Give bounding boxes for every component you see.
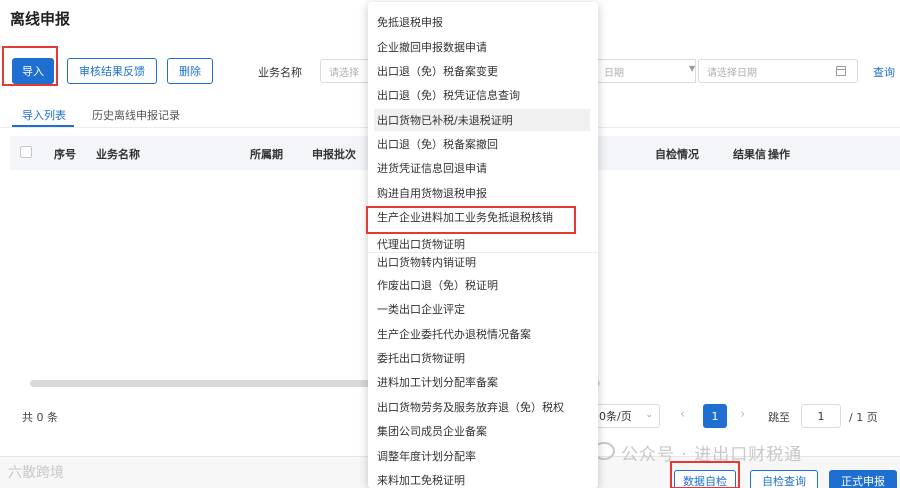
import-button[interactable]: 导入 — [12, 58, 54, 84]
dropdown-item[interactable]: 购进自用货物退税申报 — [374, 182, 590, 204]
brand-watermark: 六散跨境 — [8, 465, 64, 481]
current-page-button[interactable]: 1 — [703, 404, 727, 428]
prev-page-icon[interactable]: ‹ — [680, 407, 685, 422]
dropdown-item[interactable]: 作废出口退（免）税证明 — [374, 274, 590, 296]
watermark-text: 公众号 · 进出口财税通 — [621, 445, 803, 465]
dropdown-item[interactable]: 进料加工计划分配率备案 — [374, 371, 590, 393]
dropdown-item[interactable]: 免抵退税申报 — [374, 11, 590, 33]
tab-import-list[interactable]: 导入列表 — [22, 107, 66, 123]
date-start-input[interactable]: 日期 — [596, 59, 696, 83]
tab-history-records[interactable]: 历史离线申报记录 — [92, 107, 180, 123]
column-header-result: 结果信 — [733, 148, 766, 161]
dropdown-item[interactable]: 一类出口企业评定 — [374, 298, 590, 320]
next-page-icon[interactable]: › — [740, 407, 745, 422]
dropdown-item[interactable]: 出口货物劳务及服务放弃退（免）税权 — [374, 396, 590, 418]
dropdown-item[interactable]: 生产企业进料加工业务免抵退税核销 — [374, 206, 590, 228]
column-header-business-name: 业务名称 — [96, 148, 140, 161]
dropdown-item[interactable]: 调整年度计划分配率 — [374, 445, 590, 467]
dropdown-item[interactable]: 集团公司成员企业备案 — [374, 420, 590, 442]
dropdown-item[interactable]: 出口退（免）税凭证信息查询 — [374, 84, 590, 106]
total-count: 共 0 条 — [22, 411, 58, 424]
page-size-select[interactable]: 0条/页 ⌄ — [594, 404, 660, 428]
column-header-period: 所属期 — [250, 148, 283, 161]
dropdown-item[interactable]: 来料加工免税证明 — [374, 469, 590, 488]
calendar-icon — [836, 66, 846, 76]
dropdown-item[interactable]: 委托出口货物证明 — [374, 347, 590, 369]
dropdown-item[interactable]: 出口货物已补税/未退税证明 — [374, 109, 590, 131]
dropdown-item[interactable]: 生产企业委托代办退税情况备案 — [374, 323, 590, 345]
delete-button[interactable]: 删除 — [167, 58, 213, 84]
dropdown-item[interactable]: 企业撤回申报数据申请 — [374, 36, 590, 58]
column-header-batch: 申报批次 — [312, 148, 356, 161]
date-range-chevron-icon: ▼ — [689, 64, 696, 73]
select-all-checkbox[interactable] — [20, 146, 32, 158]
column-header-index: 序号 — [54, 148, 76, 161]
dropdown-item[interactable]: 出口退（免）税备案变更 — [374, 60, 590, 82]
business-name-label: 业务名称 — [258, 66, 302, 79]
formal-declare-button[interactable]: 正式申报 — [829, 470, 897, 488]
dropdown-item[interactable]: 进货凭证信息回退申请 — [374, 157, 590, 179]
dropdown-item[interactable]: 出口货物转内销证明 — [374, 251, 590, 273]
dropdown-divider — [368, 252, 598, 253]
self-check-query-button[interactable]: 自检查询 — [750, 470, 818, 488]
query-link[interactable]: 查询 — [873, 64, 895, 80]
column-header-self-check: 自检情况 — [655, 148, 699, 161]
data-self-check-button[interactable]: 数据自检 — [674, 470, 736, 488]
date-end-input[interactable]: 请选择日期 — [698, 59, 858, 83]
column-header-actions: 操作 — [768, 148, 790, 161]
dropdown-item[interactable]: 出口退（免）税备案撤回 — [374, 133, 590, 155]
page-title: 离线申报 — [10, 10, 71, 28]
review-feedback-button[interactable]: 审核结果反馈 — [67, 58, 157, 84]
chevron-down-icon: ⌄ — [645, 410, 653, 420]
jump-page-input[interactable]: 1 — [801, 404, 841, 428]
page-size-value: 0条/页 — [599, 410, 632, 423]
total-pages-label: / 1 页 — [849, 411, 878, 424]
jump-to-label: 跳至 — [768, 411, 790, 424]
